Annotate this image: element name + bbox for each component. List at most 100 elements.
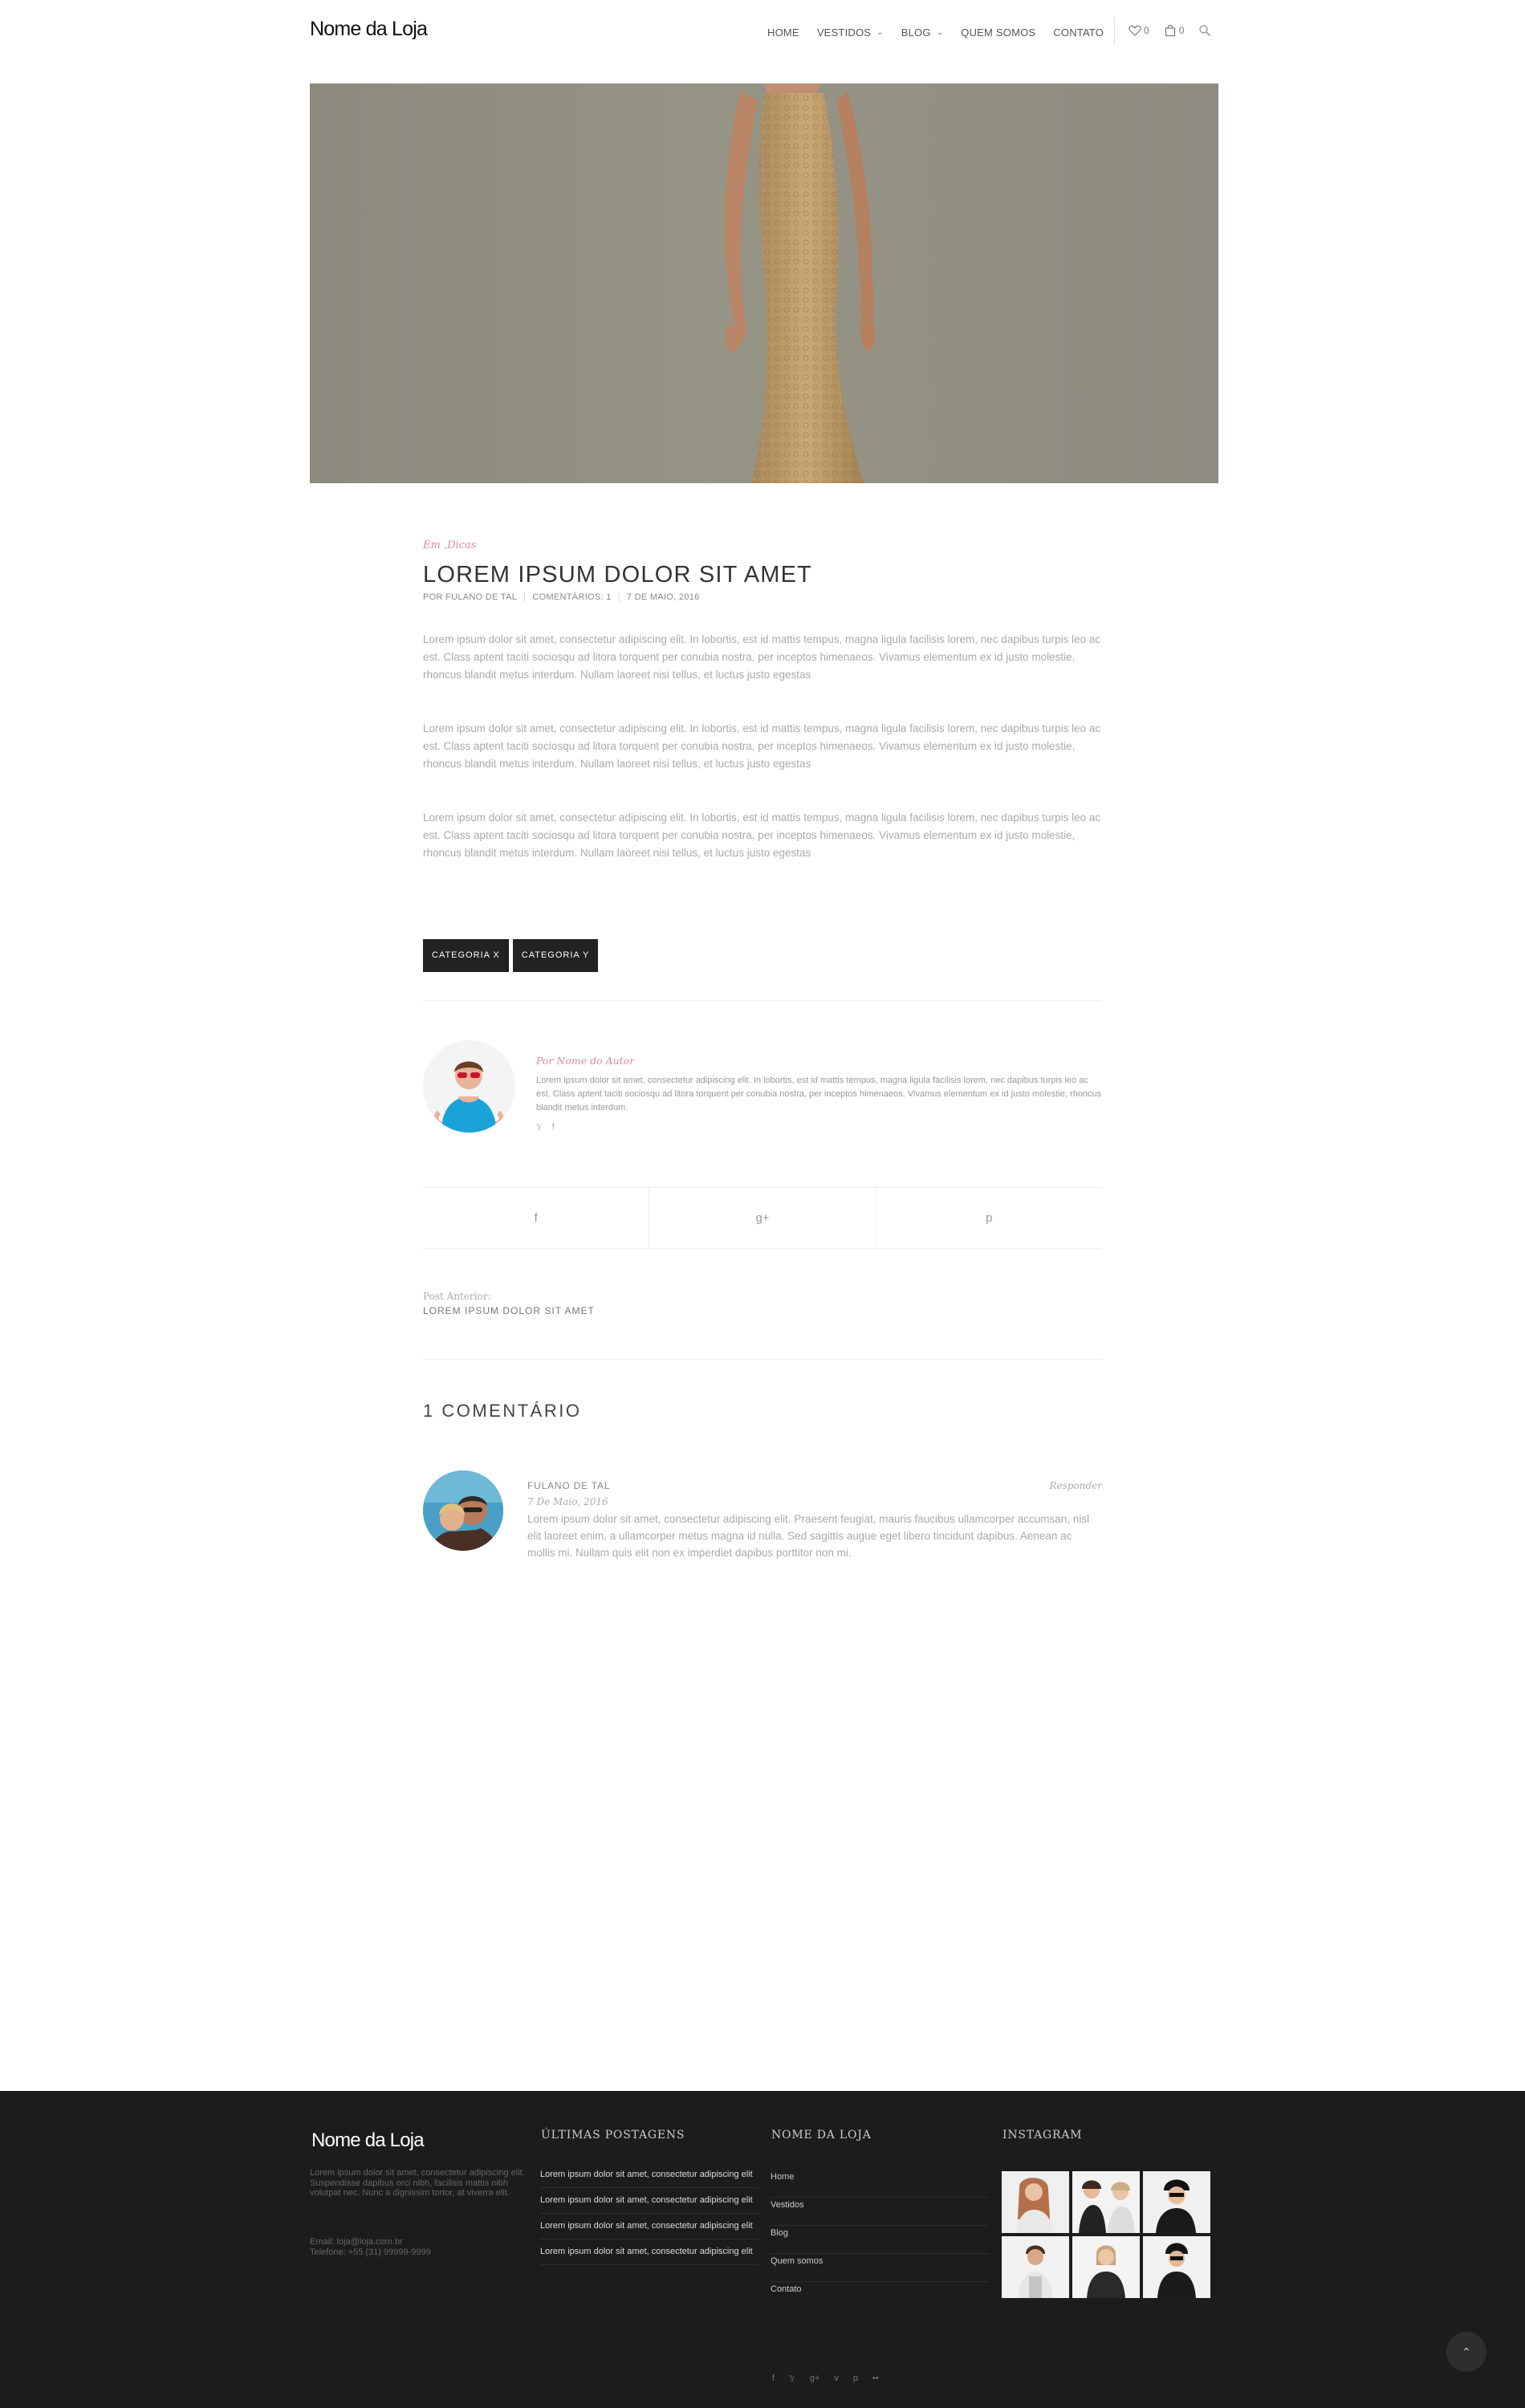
pinterest-icon[interactable]: p xyxy=(853,2373,858,2384)
nav-item-contato[interactable]: CONTATO xyxy=(1053,26,1104,39)
divider xyxy=(423,1359,1102,1360)
post-comment-count[interactable]: COMENTÁRIOS: 1 xyxy=(532,592,611,602)
footer-link-contato[interactable]: Contato xyxy=(771,2282,989,2310)
post-paragraph: Lorem ipsum dolor sit amet, consectetur … xyxy=(423,722,1101,770)
reply-link[interactable]: Responder xyxy=(1050,1480,1102,1491)
nav-item-vestidos[interactable]: VESTIDOS ⌄ xyxy=(817,26,884,39)
instagram-heading: INSTAGRAM xyxy=(1002,2129,1083,2142)
tag-categoria-x[interactable]: CATEGORIA X xyxy=(423,939,509,972)
site-header: Nome da Loja HOME VESTIDOS ⌄ BLOG ⌄ QUEM S… xyxy=(0,0,1525,64)
divider xyxy=(423,1000,1102,1001)
twitter-icon[interactable]: 𝕐 xyxy=(789,2373,795,2384)
site-logo[interactable]: Nome da Loja xyxy=(310,18,428,41)
comment-date: 7 De Maio, 2016 xyxy=(527,1496,608,1507)
tag-categoria-y[interactable]: CATEGORIA Y xyxy=(512,939,599,972)
share-facebook-button[interactable]: f xyxy=(423,1188,650,1248)
vimeo-icon[interactable]: v xyxy=(834,2373,839,2384)
footer-link-quem-somos[interactable]: Quem somos xyxy=(771,2254,989,2282)
post-title: LOREM IPSUM DOLOR SIT AMET xyxy=(423,562,813,588)
twitter-icon[interactable]: 𝕐 xyxy=(536,1122,543,1133)
cart-count: 0 xyxy=(1178,25,1185,36)
nav-divider xyxy=(1114,18,1115,45)
nav-label: VESTIDOS xyxy=(816,26,872,39)
share-bar: f g+ p xyxy=(423,1187,1102,1249)
heart-icon xyxy=(1128,25,1141,36)
dress-photo xyxy=(724,83,876,483)
comment-author: FULANO DE TAL xyxy=(527,1480,611,1491)
footer-social: f 𝕐 g+ v p •• xyxy=(772,2373,893,2384)
cart-button[interactable]: 0 xyxy=(1164,24,1185,37)
chevron-down-icon: ⌄ xyxy=(936,27,944,37)
search-button[interactable] xyxy=(1198,24,1214,37)
footer-about: Lorem ipsum dolor sit amet, consectetur … xyxy=(310,2168,525,2198)
comments-heading: 1 COMENTÁRIO xyxy=(423,1401,582,1421)
category-link[interactable]: ,Dicas xyxy=(444,539,476,551)
post-author[interactable]: POR FULANO DE TAL xyxy=(423,592,517,602)
footer-contact: Email: loja@loja.com.br Telefone: +55 (3… xyxy=(310,2237,431,2258)
wishlist-button[interactable]: 0 xyxy=(1128,24,1149,37)
bag-icon xyxy=(1165,24,1175,37)
store-links-list: Home Vestidos Blog Quem somos Contato xyxy=(771,2170,989,2310)
footer-email[interactable]: Email: loja@loja.com.br xyxy=(310,2237,431,2247)
back-to-top-button[interactable]: ⌃ xyxy=(1446,2332,1486,2372)
facebook-icon: f xyxy=(534,1211,538,1225)
google-plus-icon: g+ xyxy=(755,1211,770,1225)
site-footer: Nome da Loja Lorem ipsum dolor sit amet,… xyxy=(0,2091,1525,2408)
nav-label: BLOG xyxy=(901,26,931,39)
chevron-up-icon: ⌃ xyxy=(1462,2345,1471,2358)
post-tags: CATEGORIA X CATEGORIA Y xyxy=(423,939,602,972)
footer-link-blog[interactable]: Blog xyxy=(771,2226,989,2254)
footer-logo[interactable]: Nome da Loja xyxy=(311,2129,425,2152)
comment-text: Lorem ipsum dolor sit amet, consectetur … xyxy=(527,1513,1090,1559)
nav-item-quem-somos[interactable]: QUEM SOMOS xyxy=(961,26,1035,39)
post-featured-image xyxy=(310,83,1218,483)
flickr-icon[interactable]: •• xyxy=(872,2373,879,2384)
nav-label: CONTATO xyxy=(1053,26,1104,39)
nav-item-blog[interactable]: BLOG ⌄ xyxy=(901,26,944,39)
nav-item-home[interactable]: HOME xyxy=(767,26,799,39)
prev-post-link[interactable]: LOREM IPSUM DOLOR SIT AMET xyxy=(423,1305,595,1316)
footer-link-vestidos[interactable]: Vestidos xyxy=(771,2198,989,2226)
post-paragraph: Lorem ipsum dolor sit amet, consectetur … xyxy=(423,633,1101,681)
prev-post-label: Post Anterior: xyxy=(423,1291,491,1302)
instagram-photo[interactable] xyxy=(1072,2236,1140,2298)
footer-link-home[interactable]: Home xyxy=(771,2170,989,2198)
instagram-photo[interactable] xyxy=(1002,2171,1069,2233)
author-social: 𝕐 f xyxy=(536,1122,564,1133)
recent-post-link[interactable]: Lorem ipsum dolor sit amet, consectetur … xyxy=(540,2195,758,2214)
post-paragraph: Lorem ipsum dolor sit amet, consectetur … xyxy=(423,811,1101,859)
post-meta: POR FULANO DE TAL | COMENTÁRIOS: 1 | 7 DE MA… xyxy=(423,592,700,602)
recent-post-link[interactable]: Lorem ipsum dolor sit amet, consectetur … xyxy=(540,2247,758,2265)
share-google-plus-button[interactable]: g+ xyxy=(649,1188,876,1248)
recent-post-link[interactable]: Lorem ipsum dolor sit amet, consectetur … xyxy=(540,2221,758,2239)
recent-posts-list: Lorem ipsum dolor sit amet, consectetur … xyxy=(540,2170,758,2272)
main-nav: HOME VESTIDOS ⌄ BLOG ⌄ QUEM SOMOS CONTATO xyxy=(767,24,1121,40)
instagram-photo[interactable] xyxy=(1002,2236,1069,2298)
instagram-photo[interactable] xyxy=(1143,2171,1210,2233)
author-avatar xyxy=(423,1040,515,1133)
post-category: Em ,Dicas xyxy=(423,539,476,551)
post-date: 7 DE MAIO, 2016 xyxy=(626,592,700,602)
chevron-down-icon: ⌄ xyxy=(876,27,884,37)
recent-post-link[interactable]: Lorem ipsum dolor sit amet, consectetur … xyxy=(540,2170,758,2188)
facebook-icon[interactable]: f xyxy=(772,2373,775,2384)
store-links-heading: NOME DA LOJA xyxy=(771,2129,872,2142)
nav-label: HOME xyxy=(767,26,799,39)
comment-avatar xyxy=(423,1470,503,1551)
author-name[interactable]: Por Nome do Autor xyxy=(536,1055,634,1067)
search-icon xyxy=(1199,25,1211,36)
author-bio: Lorem ipsum dolor sit amet, consectetur … xyxy=(536,1076,1102,1112)
pinterest-icon: p xyxy=(986,1211,993,1225)
wishlist-count: 0 xyxy=(1144,25,1149,36)
footer-phone: Telefone: +55 (31) 99999-9999 xyxy=(310,2247,431,2257)
nav-label: QUEM SOMOS xyxy=(961,26,1036,39)
google-plus-icon[interactable]: g+ xyxy=(810,2373,820,2384)
category-prefix: Em xyxy=(423,539,444,551)
share-pinterest-button[interactable]: p xyxy=(876,1188,1102,1248)
instagram-grid xyxy=(1002,2171,1214,2298)
instagram-photo[interactable] xyxy=(1143,2236,1210,2298)
instagram-photo[interactable] xyxy=(1072,2171,1140,2233)
header-actions: 0 0 xyxy=(1128,24,1228,37)
facebook-icon[interactable]: f xyxy=(552,1122,555,1133)
recent-posts-heading: ÚLTIMAS POSTAGENS xyxy=(541,2129,685,2142)
